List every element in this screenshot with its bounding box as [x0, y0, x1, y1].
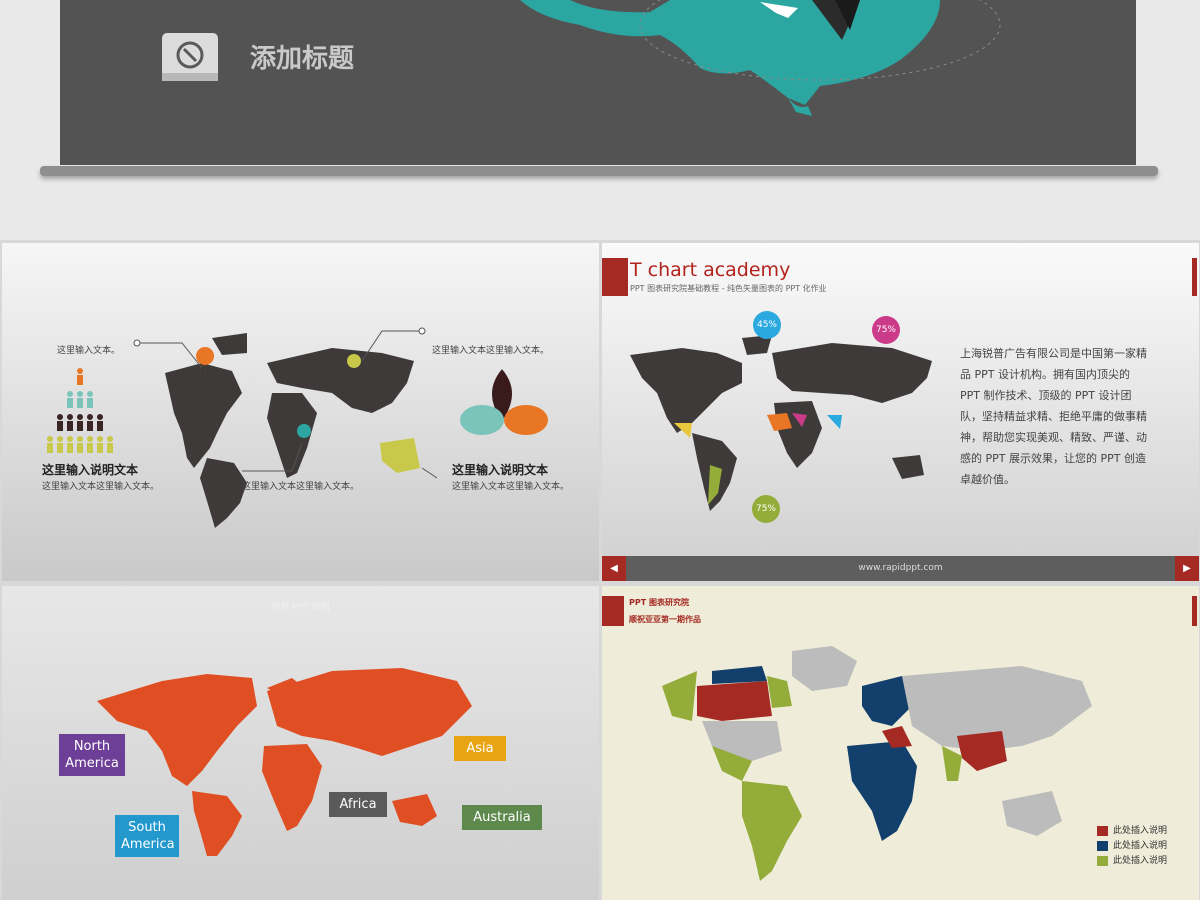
legend-item-navy: 此处插入说明: [1097, 838, 1167, 851]
legend-label: 此处插入说明: [1113, 826, 1168, 836]
top-slide-area: 添加标题: [0, 0, 1200, 240]
footer-url[interactable]: www.rapidppt.com: [602, 563, 1199, 573]
top-map-graphic: [520, 0, 1001, 116]
slide-thumbnail-infographic[interactable]: 这里输入文本。 这里输入文本这里输入文本。 这里输入说明文本 这里输入文本这里输…: [2, 243, 599, 581]
slide-thumbnail-region-map[interactable]: PPT 图表研究院 顺祝亚亚第一期作品 此处插入说明 此处插入说明 此处插入说明: [602, 586, 1199, 900]
compass-icon: [162, 33, 218, 81]
annotation-top-right: 这里输入文本这里输入文本。: [432, 346, 550, 356]
callout-asia: Asia: [454, 736, 506, 761]
callout-africa: Africa: [329, 792, 387, 817]
slide-stand: [40, 166, 1158, 176]
slide-title: 添加标题: [250, 44, 355, 74]
slide-footer: ◀ www.rapidppt.com ▶: [602, 556, 1199, 581]
body-text: 上海锐普广告有限公司是中国第一家精品 PPT 设计机构。拥有国内顶尖的 PPT …: [960, 347, 1147, 486]
callout-north-america: North America: [59, 734, 125, 776]
screenshot-collage: 添加标题 这里输入文本。 这里输入文本这里输入文本。 这里输入说明文本 这里输入…: [0, 0, 1200, 900]
petal-icon: [460, 369, 548, 435]
legend-label: 此处插入说明: [1113, 841, 1168, 851]
top-slide[interactable]: 添加标题: [60, 0, 1136, 165]
legend-swatch-navy: [1097, 840, 1108, 851]
slide-thumbnail-chart-academy[interactable]: T chart academy PPT 图表研究院基础教程 - 纯色矢量图表的 …: [602, 243, 1199, 581]
legend-swatch-green: [1097, 855, 1108, 866]
legend-label: 此处插入说明: [1113, 856, 1168, 866]
slide-thumbnail-continents[interactable]: 世界 PPT 地图 North America Asia Africa Sout…: [2, 586, 599, 900]
heading-left: 这里输入说明文本: [42, 463, 139, 477]
legend-item-red: 此处插入说明: [1097, 823, 1167, 836]
percentage-bubble-green: 75%: [752, 495, 780, 523]
callout-australia: Australia: [462, 805, 542, 830]
text-right: 这里输入文本这里输入文本。: [452, 482, 570, 492]
world-map-dark: [47, 327, 548, 528]
callout-south-america: South America: [115, 815, 179, 857]
heading-right: 这里输入说明文本: [452, 463, 549, 477]
next-arrow-icon[interactable]: ▶: [1175, 556, 1199, 581]
text-left: 这里输入文本这里输入文本。: [42, 482, 160, 492]
percentage-bubble-pink: 75%: [872, 316, 900, 344]
text-center: 这里输入文本这里输入文本。: [242, 482, 360, 492]
legend-swatch-red: [1097, 825, 1108, 836]
percentage-bubble-blue: 45%: [753, 311, 781, 339]
legend-item-green: 此处插入说明: [1097, 853, 1167, 866]
annotation-top-left: 这里输入文本。: [57, 346, 121, 356]
people-pyramid-icon: [47, 368, 113, 453]
